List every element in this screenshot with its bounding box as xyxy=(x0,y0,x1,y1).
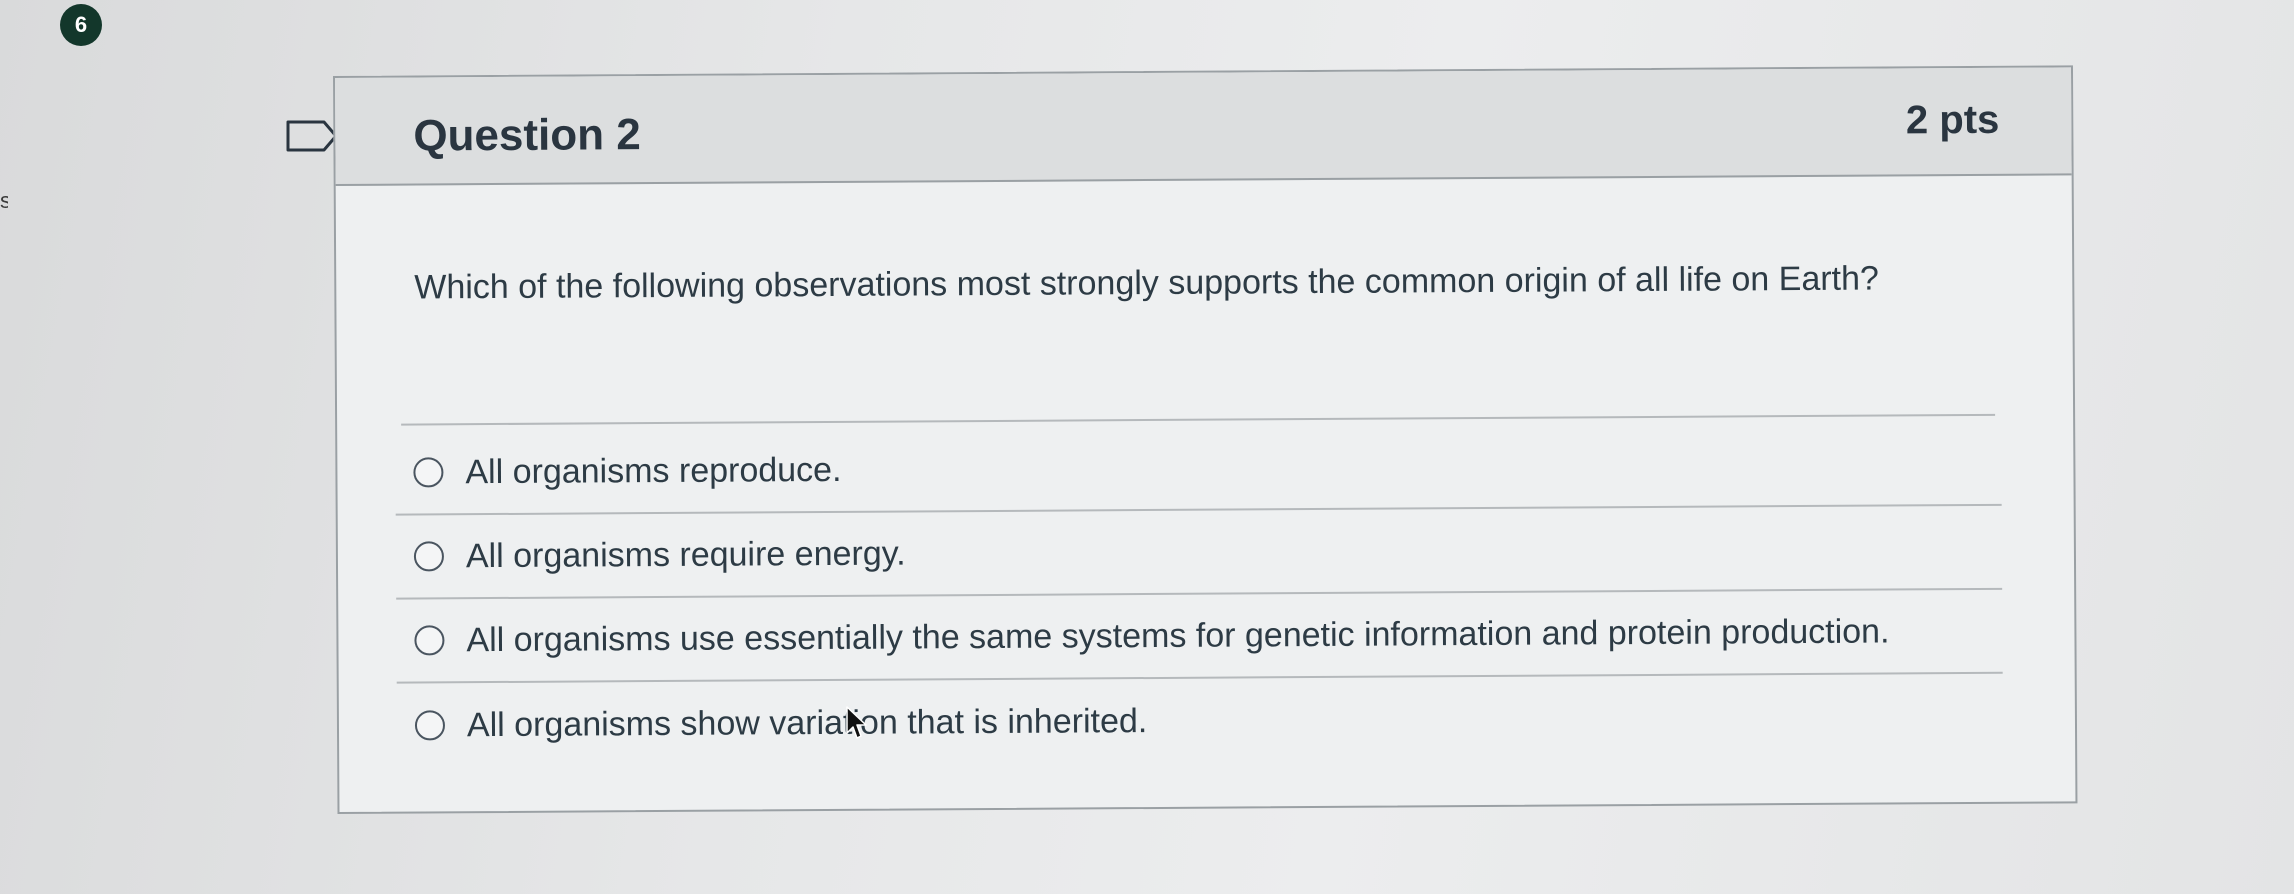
radio-unchecked-icon[interactable] xyxy=(413,541,445,572)
question-title: Question 2 xyxy=(413,110,641,161)
answer-label[interactable]: All organisms require energy. xyxy=(466,534,906,576)
radio-unchecked-icon[interactable] xyxy=(413,457,444,488)
question-points: 2 pts xyxy=(1905,97,2000,143)
question-number-badge: 6 xyxy=(60,4,102,46)
answer-label[interactable]: All organisms reproduce. xyxy=(465,450,841,491)
answer-label[interactable]: All organisms show variation that is inh… xyxy=(467,702,1148,745)
answer-list: All organisms reproduce. All organisms r… xyxy=(395,421,2003,768)
flag-icon[interactable] xyxy=(286,120,338,152)
answer-label[interactable]: All organisms use essentially the same s… xyxy=(466,612,1889,660)
edge-text-fragment: s xyxy=(0,188,8,213)
answer-option-4[interactable]: All organisms show variation that is inh… xyxy=(397,674,2003,768)
answer-option-3[interactable]: All organisms use essentially the same s… xyxy=(396,589,2003,684)
question-number: 6 xyxy=(74,12,88,37)
question-card: Question 2 2 pts Which of the following … xyxy=(333,65,2078,814)
answer-option-1[interactable]: All organisms reproduce. xyxy=(395,421,2002,516)
answer-option-2[interactable]: All organisms require energy. xyxy=(395,505,2003,600)
radio-unchecked-icon[interactable] xyxy=(414,625,445,656)
mouse-pointer-icon xyxy=(846,706,867,739)
question-header: Question 2 2 pts xyxy=(335,67,2072,186)
radio-unchecked-icon[interactable] xyxy=(414,710,446,741)
question-text: Which of the following observations most… xyxy=(414,259,1879,307)
